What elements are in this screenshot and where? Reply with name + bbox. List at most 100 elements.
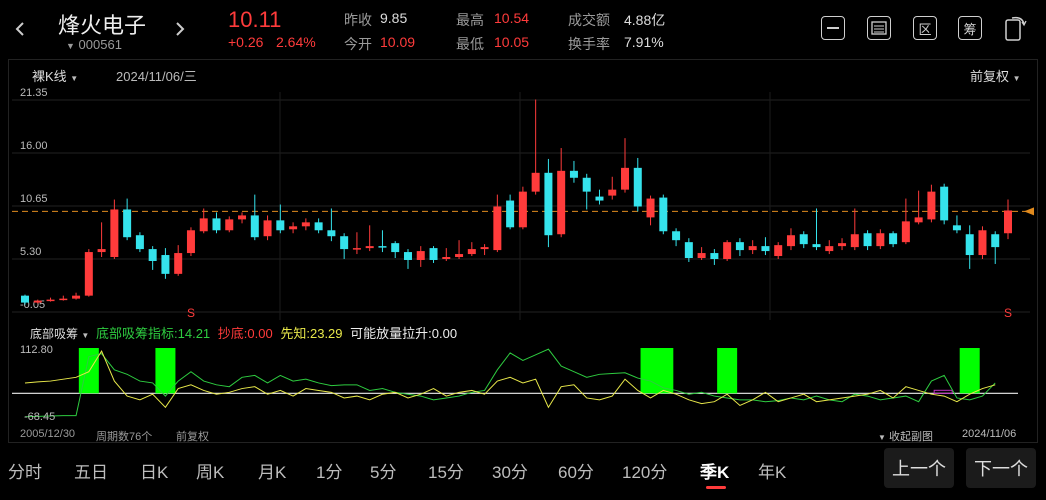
candle-body [199,218,208,232]
candle-body [46,299,55,302]
candle-body [378,246,387,248]
indicator-bar [653,348,674,394]
candle-body [289,226,298,230]
candle-body [250,215,259,238]
candle-body [365,246,374,249]
candle-body [174,253,183,274]
candle-body [97,249,106,253]
candle-body [940,186,949,221]
prev-stock-label: 上一个 [892,459,946,479]
end-date: 2024/11/06 [962,428,1017,440]
tab-9[interactable]: 60分 [558,458,594,483]
period-count: 周期数76个 [96,431,153,443]
kline-chart[interactable]: 21.3516.0010.655.30-0.05 SS [0,0,1046,500]
tab-2[interactable]: 日K [140,458,168,483]
candle-body [965,234,974,256]
candle-body [812,244,821,248]
indicator-y-top: 112.80 [20,344,53,356]
candle-body [403,252,412,260]
prev-stock-button[interactable]: 上一个 [884,448,954,488]
current-price-marker [1024,207,1034,216]
candle-body [186,230,195,254]
tab-4[interactable]: 月K [258,458,286,483]
candle-body [225,219,234,231]
candle-body [327,230,336,237]
tab-5[interactable]: 1分 [316,458,342,483]
tab-11[interactable]: 季K [700,458,729,483]
indicator-selector[interactable]: 底部吸筹 ▼ [30,325,89,342]
candle-body [544,172,553,236]
candle-body [148,249,157,261]
y-tick-label: 10.65 [20,193,48,205]
candle-body [659,197,668,232]
candle-body [761,246,770,252]
candle-body [952,225,961,231]
candle-body [825,246,834,252]
tab-6[interactable]: 5分 [370,458,396,483]
indicator-pre-label: 先知: [280,326,310,341]
candle-body [276,220,285,231]
indicator-vol-label: 可能放量拉升: [350,326,432,341]
candle-body [1004,210,1012,234]
y-tick-label: 5.30 [20,246,41,258]
candle-body [901,221,910,243]
candle-body [212,218,221,231]
candle-body [518,191,527,228]
candle-body [72,295,81,299]
indicator-bar [959,348,980,394]
tab-12[interactable]: 年K [758,458,786,483]
tab-10[interactable]: 120分 [622,458,667,483]
chevron-down-icon: ▼ [878,433,886,442]
indicator-main-value: 14.21 [177,326,211,341]
next-stock-button[interactable]: 下一个 [966,448,1036,488]
tab-3[interactable]: 周K [196,458,224,483]
candle-body [33,300,42,303]
indicator-legend: 底部吸筹指标:14.21 抄底:0.00 先知:23.29 可能放量拉升:0.0… [96,323,457,342]
chevron-down-icon: ▼ [81,331,90,340]
candle-body [735,242,744,251]
candle-body [59,298,68,301]
candle-body [467,249,476,255]
candle-body [110,209,119,258]
candle-body [506,200,515,228]
candle-body [238,215,247,220]
candle-body [531,172,540,192]
sell-marker: S [1004,306,1012,320]
candle-body [621,167,630,190]
collapse-subchart-button[interactable]: ▼ 收起副图 [878,428,933,444]
candle-body [876,233,885,247]
indicator-name: 底部吸筹 [30,327,79,341]
candle-body [927,191,936,220]
indicator-bar [155,348,176,394]
candle-body [608,189,617,196]
tab-1[interactable]: 五日 [74,458,108,483]
tab-7[interactable]: 15分 [428,458,464,483]
candle-body [135,235,144,250]
candle-body [889,233,898,245]
candle-body [748,246,757,251]
candle-body [684,242,693,259]
candle-body [352,248,361,250]
collapse-subchart-label: 收起副图 [888,431,933,443]
indicator-copy-value: 0.00 [247,326,273,341]
candle-body [863,233,872,247]
indicator-y-bottom: -68.45 [24,411,56,423]
candle-body [991,234,1000,248]
start-date: 2005/12/30 [20,428,76,440]
candle-body [978,230,987,256]
next-stock-label: 下一个 [974,459,1028,479]
candle-body [672,231,681,241]
tab-8[interactable]: 30分 [492,458,528,483]
candle-body [161,255,170,274]
sell-marker: S [187,306,195,320]
tab-0[interactable]: 分时 [8,458,42,483]
candle-body [429,248,438,260]
candle-body [799,234,808,245]
candle-body [569,170,578,178]
active-tab-underline [706,486,726,489]
indicator-marker [933,389,953,394]
candle-body [595,196,604,201]
candle-body [442,257,451,259]
candle-body [493,206,502,251]
indicator-main-label: 底部吸筹指标: [96,326,178,341]
